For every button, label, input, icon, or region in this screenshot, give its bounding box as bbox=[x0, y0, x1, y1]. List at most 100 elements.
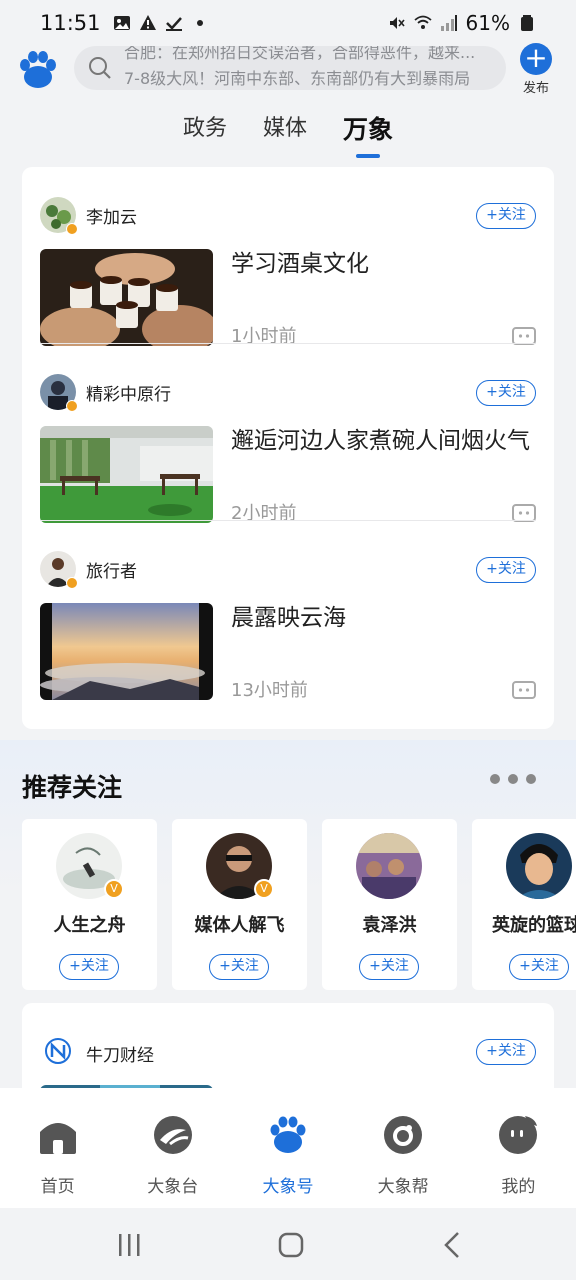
status-time: 11:51 bbox=[40, 11, 101, 35]
search-bar[interactable]: 合肥：在郑州招日交误治者，合部得恶件，越来... 7-8级大风！河南中东部、东南… bbox=[74, 46, 506, 90]
follow-button[interactable]: +关注 bbox=[476, 380, 536, 406]
dot bbox=[508, 774, 518, 784]
more-options-icon[interactable] bbox=[490, 774, 536, 784]
author-name[interactable]: 李加云 bbox=[86, 203, 137, 228]
battery-icon bbox=[521, 15, 533, 31]
dot bbox=[526, 774, 536, 784]
follow-button[interactable]: +关注 bbox=[476, 1039, 536, 1065]
avatar-image bbox=[506, 833, 572, 899]
home-button-icon[interactable] bbox=[276, 1230, 306, 1260]
profile-face-icon bbox=[499, 1116, 538, 1154]
nav-label: 首页 bbox=[40, 1177, 75, 1197]
nav-home[interactable]: 首页 bbox=[0, 1088, 115, 1208]
recommend-avatar[interactable] bbox=[506, 833, 572, 899]
follow-button[interactable]: +关注 bbox=[509, 954, 569, 980]
recommend-card[interactable]: V 人生之舟 +关注 bbox=[22, 819, 157, 990]
status-notification-icons bbox=[113, 14, 209, 32]
recommend-card[interactable]: 袁泽洪 +关注 bbox=[322, 819, 457, 990]
author-avatar[interactable] bbox=[40, 1035, 76, 1071]
recommend-card[interactable]: 英旋的篮球 +关注 bbox=[472, 819, 576, 990]
thumbnail-image bbox=[40, 603, 213, 700]
tab-wanxiang[interactable]: 万象 bbox=[343, 104, 393, 158]
follow-button[interactable]: +关注 bbox=[476, 203, 536, 229]
search-icon bbox=[89, 57, 111, 79]
nav-daxiangtai[interactable]: 大象台 bbox=[115, 1088, 230, 1208]
top-bar: 合肥：在郑州招日交误治者，合部得恶件，越来... 7-8级大风！河南中东部、东南… bbox=[0, 43, 576, 100]
recent-apps-icon[interactable] bbox=[114, 1230, 144, 1260]
nav-label: 大象号 bbox=[262, 1177, 314, 1197]
thumbnail-image bbox=[40, 426, 213, 523]
comment-icon[interactable] bbox=[512, 681, 536, 701]
nav-label: 大象台 bbox=[147, 1177, 199, 1197]
verified-badge-icon bbox=[66, 577, 78, 589]
tab-media[interactable]: 媒体 bbox=[263, 104, 307, 158]
section-title: 推荐关注 bbox=[22, 773, 123, 802]
plus-icon: + bbox=[520, 43, 552, 75]
nav-label: 大象帮 bbox=[377, 1177, 429, 1197]
dot bbox=[490, 774, 500, 784]
avatar-image bbox=[40, 1035, 76, 1071]
author-name[interactable]: 旅行者 bbox=[86, 557, 137, 582]
warning-icon bbox=[139, 15, 156, 30]
post-title[interactable]: 晨露映云海 bbox=[231, 603, 536, 633]
search-hot-topic-line: 合肥：在郑州招日交误治者，合部得恶件，越来... bbox=[124, 46, 476, 62]
recommend-name[interactable]: 媒体人解飞 bbox=[172, 911, 307, 937]
nav-daxianghao[interactable]: 大象号 bbox=[230, 1088, 345, 1208]
post-thumbnail[interactable] bbox=[40, 426, 213, 523]
verified-badge-icon bbox=[66, 223, 78, 235]
recommend-avatar[interactable] bbox=[356, 833, 422, 899]
search-hot-topic-line: 7-8级大风！河南中东部、东南部仍有大到暴雨局 bbox=[124, 69, 471, 88]
feed-post[interactable]: 旅行者 +关注 晨露映云海 13小时前 bbox=[22, 521, 554, 701]
recommend-name[interactable]: 袁泽洪 bbox=[322, 911, 457, 937]
tab-label: 万象 bbox=[343, 115, 394, 144]
verified-badge-icon bbox=[66, 400, 78, 412]
signal-icon bbox=[440, 15, 457, 31]
daxiangbang-icon bbox=[384, 1116, 423, 1154]
search-hot-topics: 合肥：在郑州招日交误治者，合部得恶件，越来... 7-8级大风！河南中东部、东南… bbox=[124, 46, 496, 90]
nav-label: 我的 bbox=[501, 1177, 536, 1197]
back-icon[interactable] bbox=[438, 1230, 468, 1260]
follow-button[interactable]: +关注 bbox=[476, 557, 536, 583]
thumbnail-image bbox=[40, 249, 213, 346]
wifi-icon bbox=[413, 15, 432, 29]
tab-government[interactable]: 政务 bbox=[183, 104, 227, 158]
post-thumbnail[interactable] bbox=[40, 603, 213, 700]
dot-icon bbox=[196, 20, 203, 26]
home-icon bbox=[39, 1123, 76, 1154]
author-name[interactable]: 精彩中原行 bbox=[86, 380, 171, 405]
post-title[interactable]: 学习酒桌文化 bbox=[231, 249, 536, 279]
verified-badge-icon: V bbox=[104, 879, 124, 899]
category-tabs: 政务 媒体 万象 bbox=[0, 104, 576, 158]
verified-badge-icon: V bbox=[254, 879, 274, 899]
daxiangtai-icon bbox=[153, 1116, 192, 1154]
nav-mine[interactable]: 我的 bbox=[461, 1088, 576, 1208]
post-thumbnail[interactable] bbox=[40, 249, 213, 346]
nav-daxiangbang[interactable]: 大象帮 bbox=[346, 1088, 461, 1208]
recommend-card[interactable]: V 媒体人解飞 +关注 bbox=[172, 819, 307, 990]
author-name[interactable]: 牛刀财经 bbox=[86, 1041, 154, 1066]
avatar-image bbox=[356, 833, 422, 899]
system-nav-bar bbox=[0, 1208, 576, 1280]
follow-button[interactable]: +关注 bbox=[209, 954, 269, 980]
bottom-nav: 首页 大象台 大象号 大象帮 我的 bbox=[0, 1088, 576, 1208]
post-time: 13小时前 bbox=[231, 680, 308, 701]
publish-label: 发布 bbox=[522, 81, 549, 96]
app-logo-paw-icon[interactable] bbox=[16, 48, 60, 92]
mute-icon bbox=[389, 17, 405, 29]
battery-level: 61% bbox=[465, 11, 510, 35]
recommend-name[interactable]: 人生之舟 bbox=[22, 911, 157, 937]
feed-post[interactable]: 李加云 +关注 学习酒桌文化 1小时前 bbox=[22, 167, 554, 347]
follow-button[interactable]: +关注 bbox=[359, 954, 419, 980]
image-icon bbox=[113, 16, 130, 30]
publish-button[interactable]: + 发布 bbox=[516, 43, 556, 96]
tab-active-indicator bbox=[356, 154, 380, 158]
recommend-name[interactable]: 英旋的篮球 bbox=[472, 911, 576, 937]
paw-icon bbox=[270, 1116, 306, 1153]
feed-post[interactable]: 精彩中原行 +关注 邂逅河边人家煮碗人间烟火气 2小时前 bbox=[22, 344, 554, 524]
recommend-section: 推荐关注 V 人生之舟 +关注 V 媒体人解飞 +关注 袁泽洪 +关注 英旋的篮… bbox=[0, 740, 576, 998]
follow-button[interactable]: +关注 bbox=[59, 954, 119, 980]
status-system-icons: 61% bbox=[388, 11, 536, 35]
post-title[interactable]: 邂逅河边人家煮碗人间烟火气 bbox=[231, 426, 536, 456]
status-bar: 11:51 61% bbox=[0, 0, 576, 46]
feed-card: 李加云 +关注 学习酒桌文化 1小时前 精彩中原行 +关注 邂逅河边人家煮碗人间… bbox=[22, 167, 554, 729]
